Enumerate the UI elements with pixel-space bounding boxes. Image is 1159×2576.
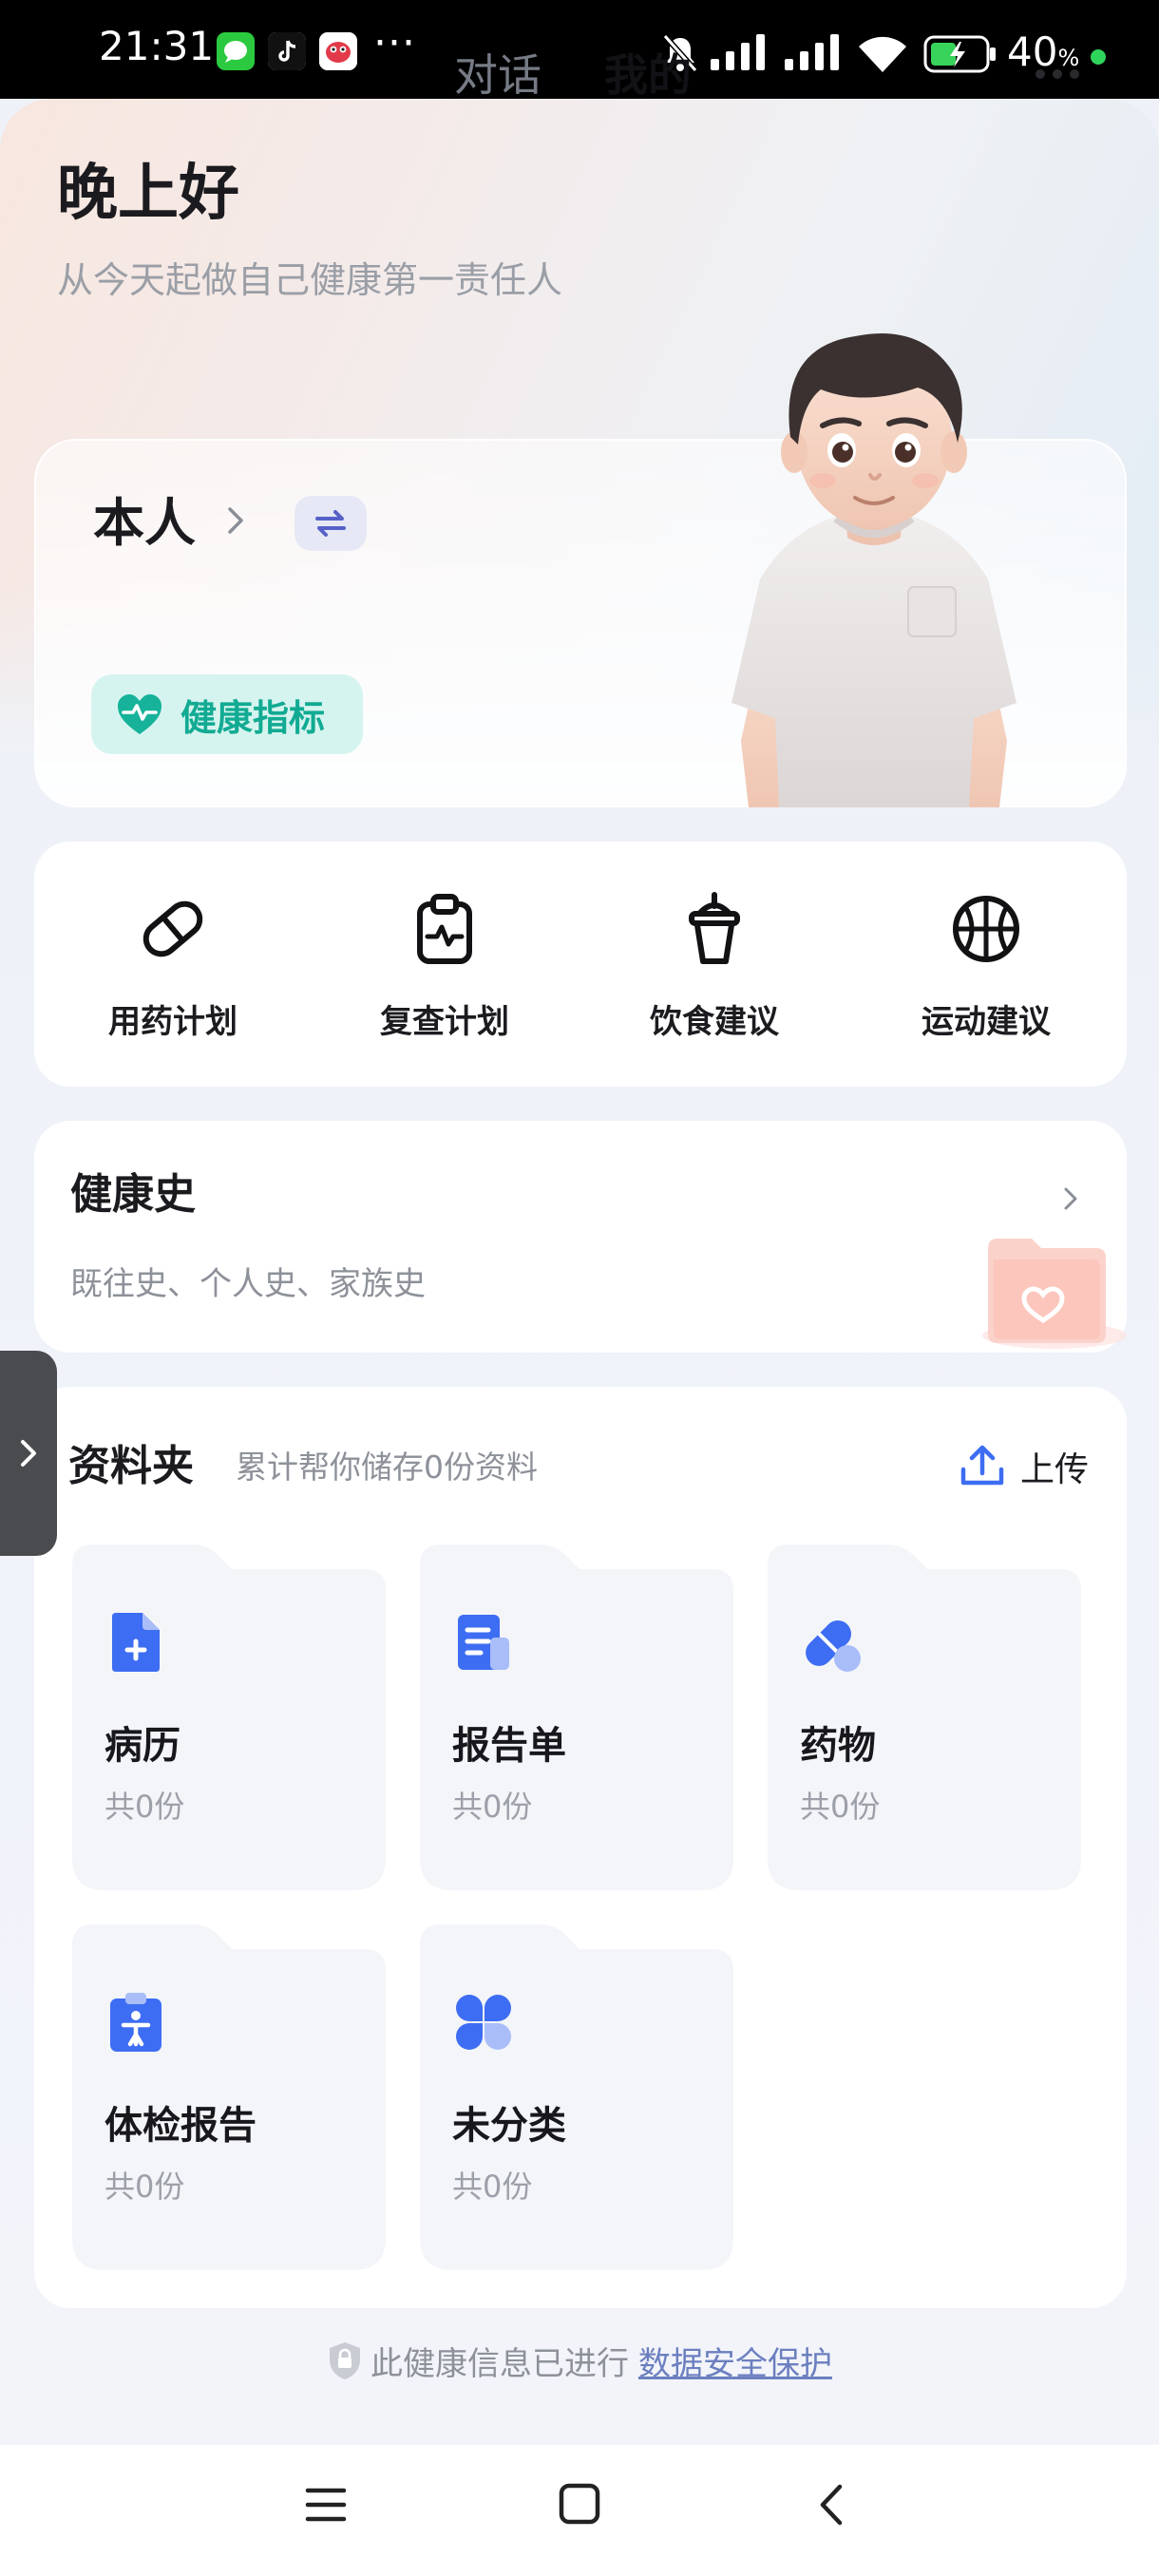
home-icon[interactable] <box>557 2481 602 2530</box>
chevron-right-icon[interactable] <box>222 500 249 545</box>
folder-item-name: 体检报告 <box>104 2104 256 2148</box>
shield-icon <box>327 2340 363 2386</box>
status-time: 21:31 <box>99 23 215 69</box>
health-metrics-button[interactable]: 健康指标 <box>91 674 363 754</box>
upload-button[interactable]: 上传 <box>960 1442 1089 1491</box>
uncategorized-icon <box>452 1991 515 2054</box>
menu-icon[interactable] <box>304 2483 348 2530</box>
app-icon <box>319 32 357 70</box>
health-metrics-label: 健康指标 <box>180 696 326 739</box>
switch-profile-button[interactable] <box>294 496 367 551</box>
clipboard-pulse-icon <box>407 891 483 967</box>
recheck-plan-button[interactable]: 复查计划 <box>340 842 549 1087</box>
recording-indicator <box>1091 49 1106 65</box>
system-nav-bar <box>0 2445 1159 2576</box>
wifi-icon <box>857 34 908 78</box>
status-overflow: ··· <box>373 19 416 67</box>
report-icon <box>452 1611 515 1674</box>
diet-advice-button[interactable]: 饮食建议 <box>610 842 819 1087</box>
slogan: 从今天起做自己健康第一责任人 <box>57 259 563 301</box>
folder-item-uncategorized[interactable]: 未分类 共0份 <box>420 1924 733 2270</box>
messages-icon <box>217 32 255 70</box>
folder-item-checkup-report[interactable]: 体检报告 共0份 <box>72 1924 386 2270</box>
tool-label: 饮食建议 <box>650 1003 779 1041</box>
folder-item-name: 未分类 <box>452 2104 566 2148</box>
security-notice-text: 此健康信息已进行 <box>370 2345 629 2383</box>
folder-item-name: 药物 <box>800 1724 876 1768</box>
greeting: 晚上好 <box>57 159 239 229</box>
medication-plan-button[interactable]: 用药计划 <box>68 842 277 1087</box>
tool-label: 运动建议 <box>922 1003 1051 1041</box>
folder-item-name: 病历 <box>104 1724 180 1768</box>
folder-item-count: 共0份 <box>452 1789 533 1825</box>
basketball-icon <box>948 891 1024 967</box>
chevron-right-icon[interactable] <box>1060 1182 1081 1220</box>
avatar <box>703 294 1045 807</box>
upload-label: 上传 <box>1020 1450 1090 1489</box>
tool-label: 复查计划 <box>380 1003 509 1041</box>
tiktok-icon <box>268 32 306 70</box>
checkup-report-icon <box>104 1991 167 2054</box>
tool-label: 用药计划 <box>108 1003 238 1041</box>
health-history-card[interactable] <box>34 1121 1127 1353</box>
folder-item-report[interactable]: 报告单 共0份 <box>420 1544 733 1890</box>
folder-item-count: 共0份 <box>452 2169 533 2205</box>
medical-record-icon <box>104 1611 167 1674</box>
health-history-subtitle: 既往史、个人史、家族史 <box>70 1265 426 1303</box>
chevron-right-icon <box>21 1440 36 1467</box>
status-bar: 21:31 ··· 40% <box>0 0 1159 99</box>
exercise-advice-button[interactable]: 运动建议 <box>882 842 1091 1087</box>
swap-icon <box>315 510 346 537</box>
pill-icon <box>135 891 211 967</box>
side-drawer-handle[interactable] <box>0 1351 57 1556</box>
folder-item-medical-record[interactable]: 病历 共0份 <box>72 1544 386 1890</box>
medicine-icon <box>800 1611 863 1674</box>
security-notice: 此健康信息已进行 数据安全保护 <box>0 2340 1159 2386</box>
folder-title: 资料夹 <box>68 1442 194 1490</box>
heart-folder-icon <box>969 1229 1127 1356</box>
folder-item-medicine[interactable]: 药物 共0份 <box>768 1544 1081 1890</box>
tab-mine[interactable]: 我的 <box>604 53 692 97</box>
back-icon[interactable] <box>815 2481 847 2532</box>
folder-item-name: 报告单 <box>452 1724 566 1768</box>
drink-cup-icon <box>676 891 752 967</box>
more-icon[interactable] <box>1036 65 1087 83</box>
tab-chat[interactable]: 对话 <box>454 53 542 97</box>
profile-name[interactable]: 本人 <box>93 498 196 549</box>
folder-item-count: 共0份 <box>104 1789 185 1825</box>
battery-charging-icon <box>923 34 998 78</box>
signal-icon <box>711 34 766 76</box>
upload-icon <box>960 1445 1004 1486</box>
folder-item-count: 共0份 <box>800 1789 881 1825</box>
folder-item-count: 共0份 <box>104 2169 185 2205</box>
heart-pulse-icon <box>118 694 162 734</box>
folder-subtitle: 累计帮你储存0份资料 <box>236 1449 538 1486</box>
health-history-title: 健康史 <box>70 1170 196 1219</box>
signal-icon <box>785 34 840 76</box>
data-protection-link[interactable]: 数据安全保护 <box>638 2345 832 2383</box>
